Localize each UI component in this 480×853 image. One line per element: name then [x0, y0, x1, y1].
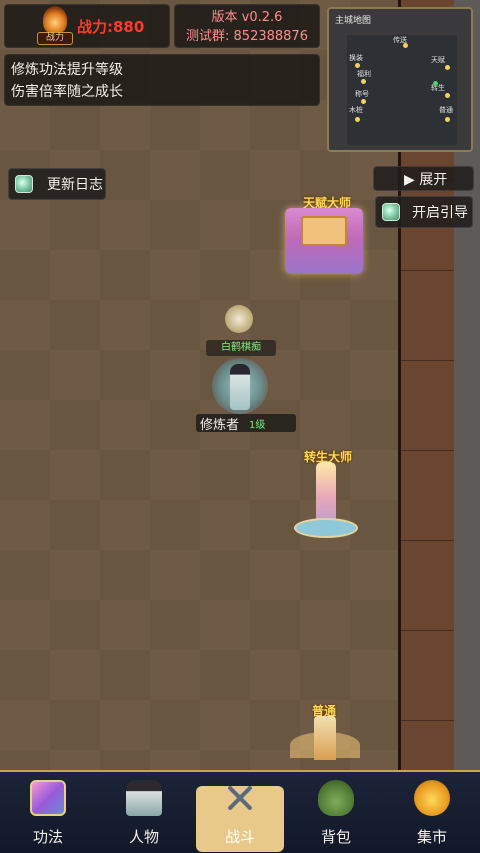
tip-panel: 修炼功法提升等级 伤害倍率随之成长	[4, 54, 320, 106]
player-level: 1级	[249, 419, 266, 431]
minimap-marker	[355, 117, 360, 122]
nav-tab-label: 人物	[128, 828, 159, 846]
bottom-nav: 功法 人物 战斗 背包 集市	[0, 770, 480, 853]
test-group-label: 测试群: 852388876	[186, 29, 308, 44]
version-panel: 版本 v0.2.6 测试群: 852388876	[174, 4, 320, 48]
city-minimap[interactable]: 主城地图 传送 换装 天赋 福利 转生 称号 木桩 普通	[327, 7, 473, 152]
character-icon	[126, 780, 162, 816]
minimap-marker	[403, 43, 408, 48]
open-guide-button[interactable]: 开启引导	[375, 196, 473, 228]
jade-icon	[15, 175, 33, 193]
nav-tab-battle[interactable]: 战斗	[192, 772, 288, 853]
expand-label: ▶ 展开	[404, 171, 448, 188]
technique-book-icon	[30, 780, 66, 816]
minimap-node-outfit: 换装	[349, 54, 363, 62]
bag-icon	[318, 780, 354, 816]
minimap-player-marker	[433, 81, 438, 86]
minimap-marker	[445, 65, 450, 70]
minimap-node-title: 称号	[355, 90, 369, 98]
minimap-node-common: 普通	[439, 106, 453, 114]
player-name-plate: 修炼者 1级	[196, 414, 296, 433]
minimap-marker	[361, 79, 366, 84]
minimap-marker	[445, 117, 450, 122]
npc-portrait-icon[interactable]	[225, 305, 253, 333]
power-plate-label: 战力	[37, 32, 73, 45]
rebirth-master-building[interactable]: 转生大师	[294, 448, 362, 544]
crossed-swords-icon	[222, 780, 258, 816]
nav-tab-label: 功法	[32, 828, 63, 846]
talent-master-building[interactable]: 天赋大师	[285, 194, 365, 284]
minimap-node-dummy: 木桩	[349, 106, 363, 114]
player-title: 修炼者	[200, 417, 240, 433]
player-character[interactable]	[210, 358, 270, 414]
nav-tab-label: 背包	[320, 828, 351, 846]
minimap-area[interactable]: 传送 换装 天赋 福利 转生 称号 木桩 普通	[347, 35, 457, 145]
minimap-marker	[355, 63, 360, 68]
common-building[interactable]: 普通	[290, 702, 362, 768]
version-label: 版本 v0.2.6	[211, 10, 283, 25]
minimap-marker	[361, 99, 366, 104]
combat-power-panel: 战力 战力:880	[4, 4, 170, 48]
nav-tab-character[interactable]: 人物	[96, 772, 192, 853]
expand-button[interactable]: ▶ 展开	[373, 166, 474, 191]
update-log-label: 更新日志	[47, 177, 103, 193]
nav-tab-bag[interactable]: 背包	[288, 772, 384, 853]
minimap-marker	[445, 93, 450, 98]
open-guide-label: 开启引导	[412, 205, 468, 221]
nav-tab-label: 集市	[416, 828, 447, 846]
combat-power-value: 战力:880	[77, 17, 145, 36]
minimap-node-talent: 天赋	[431, 56, 445, 64]
nav-tab-market[interactable]: 集市	[384, 772, 480, 853]
minimap-title: 主城地图	[335, 16, 372, 26]
tip-line-1: 修炼功法提升等级	[11, 62, 123, 78]
jade-icon	[382, 203, 400, 221]
update-log-button[interactable]: 更新日志	[8, 168, 106, 200]
market-coins-icon	[414, 780, 450, 816]
tip-line-2: 伤害倍率随之成长	[11, 84, 123, 100]
nav-tab-technique[interactable]: 功法	[0, 772, 96, 853]
nav-tab-label: 战斗	[224, 828, 255, 846]
combat-power-emblem-icon: 战力	[37, 6, 73, 46]
npc-name-plate: 白鹤棋痴	[206, 340, 276, 356]
minimap-node-welfare: 福利	[357, 70, 371, 78]
